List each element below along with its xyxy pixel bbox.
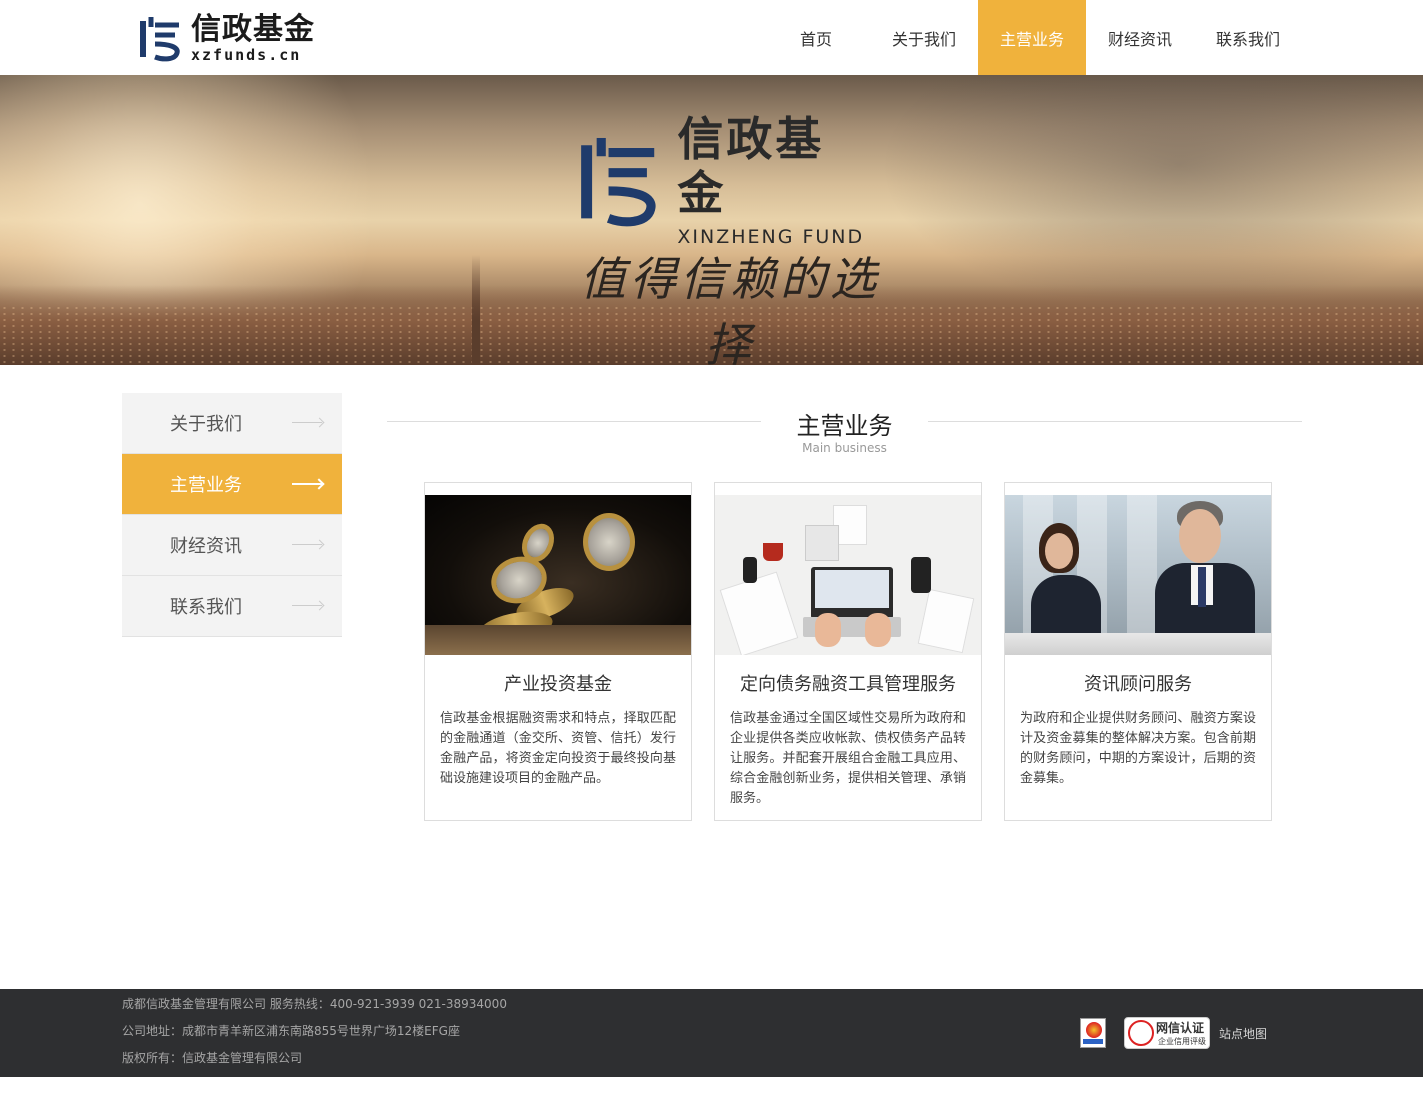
card-description: 信政基金根据融资需求和特点，择取匹配的金融通道（金交所、资管、信托）发行金融产品… (440, 711, 676, 786)
certification-seal-icon (1128, 1020, 1154, 1046)
hero-banner: 信政基金 XINZHENG FUND 值得信赖的选择 (0, 75, 1423, 365)
banner-brand: 信政基金 XINZHENG FUND (572, 112, 872, 248)
section-heading: 主营业务 Main business (387, 403, 1302, 463)
sidebar-item-news[interactable]: 财经资讯 (122, 515, 342, 576)
logo-domain: xzfunds.cn (191, 46, 302, 64)
badge-bar (1083, 1039, 1103, 1044)
sidebar-item-business[interactable]: 主营业务 (122, 454, 342, 515)
footer-address: 公司地址：成都市青羊新区浦东南路855号世界广场12楼EFG座 (122, 1024, 460, 1038)
arrow-right-icon (292, 418, 324, 428)
banner-title-cn: 信政基金 (677, 112, 825, 220)
nav-contact[interactable]: 联系我们 (1194, 0, 1302, 75)
arrow-right-icon (292, 601, 324, 611)
service-card-investment-fund[interactable]: 产业投资基金 信政基金根据融资需求和特点，择取匹配的金融通道（金交所、资管、信托… (424, 482, 692, 821)
desk-laptop-photo (715, 495, 981, 655)
banner-slogan: 值得信赖的选择 (580, 252, 880, 365)
sidebar-item-contact[interactable]: 联系我们 (122, 576, 342, 637)
tower-silhouette (472, 255, 480, 365)
table-edge (425, 625, 691, 655)
badge-subtitle: 企业信用评级 (1158, 1037, 1206, 1046)
meeting-desk (1005, 633, 1271, 655)
head (1179, 509, 1221, 563)
service-card-debt-financing[interactable]: 定向债务融资工具管理服务 信政基金通过全国区域性交易所为政府和企业提供各类应收帐… (714, 482, 982, 821)
coffee-mug (763, 543, 783, 561)
head (1045, 533, 1073, 569)
logo-mark-icon (140, 17, 180, 62)
credit-certification-badge[interactable]: 网信认证 企业信用评级 (1124, 1017, 1210, 1049)
site-header: 信政基金 xzfunds.cn 首页 关于我们 主营业务 财经资讯 联系我们 (0, 0, 1423, 75)
card-description: 信政基金通过全国区域性交易所为政府和企业提供各类应收帐款、债权债务产品转让服务。… (730, 711, 966, 806)
coin (583, 513, 635, 571)
sidebar-menu: 关于我们 主营业务 财经资讯 联系我们 (122, 393, 342, 637)
police-record-badge-icon[interactable] (1080, 1018, 1106, 1048)
section-subtitle: Main business (802, 441, 887, 455)
cloud-shade (880, 75, 1423, 315)
laptop-screen (815, 570, 889, 608)
window-light (1127, 495, 1157, 655)
footer-copyright: 版权所有：信政基金管理有限公司 (122, 1051, 303, 1065)
sidebar-item-label: 主营业务 (170, 475, 242, 496)
phone (911, 557, 931, 593)
sidebar-item-about[interactable]: 关于我们 (122, 393, 342, 454)
logo-title: 信政基金 (191, 12, 315, 47)
arrow-right-icon (292, 540, 324, 550)
nav-business[interactable]: 主营业务 (978, 0, 1086, 75)
document-paper (917, 588, 975, 654)
badge-title: 网信认证 (1156, 1021, 1205, 1035)
section-title: 主营业务 (796, 412, 893, 440)
banner-logo-icon (581, 137, 656, 227)
nav-home[interactable]: 首页 (762, 0, 870, 75)
sidebar-item-label: 财经资讯 (170, 536, 242, 557)
document-paper (719, 571, 799, 655)
nav-about[interactable]: 关于我们 (870, 0, 978, 75)
police-emblem-icon (1086, 1022, 1102, 1038)
laptop (811, 567, 893, 619)
service-card-advisory[interactable]: 资讯顾问服务 为政府和企业提供财务顾问、融资方案设计及资金募集的整体解决方案。包… (1004, 482, 1272, 821)
business-people-photo (1005, 495, 1271, 655)
nav-news[interactable]: 财经资讯 (1086, 0, 1194, 75)
sitemap-link[interactable]: 站点地图 (1219, 1025, 1267, 1042)
main-nav: 首页 关于我们 主营业务 财经资讯 联系我们 (762, 0, 1302, 75)
sidebar-item-label: 关于我们 (170, 414, 242, 435)
site-logo[interactable]: 信政基金 xzfunds.cn (135, 10, 335, 66)
card-title: 定向债务融资工具管理服务 (740, 674, 956, 695)
footer-company-hotline: 成都信政基金管理有限公司 服务热线：400-921-3939 021-38934… (122, 997, 507, 1011)
coins-photo (425, 495, 691, 655)
calculator (805, 525, 839, 561)
hand (815, 613, 841, 647)
card-title: 资讯顾问服务 (1084, 674, 1192, 695)
sidebar-item-label: 联系我们 (170, 597, 242, 618)
arrow-right-icon (292, 479, 324, 489)
hand (865, 613, 891, 647)
tie (1198, 567, 1206, 607)
card-description: 为政府和企业提供财务顾问、融资方案设计及资金募集的整体解决方案。包含前期的财务顾… (1020, 711, 1256, 786)
card-title: 产业投资基金 (504, 674, 612, 695)
phone (743, 557, 757, 583)
